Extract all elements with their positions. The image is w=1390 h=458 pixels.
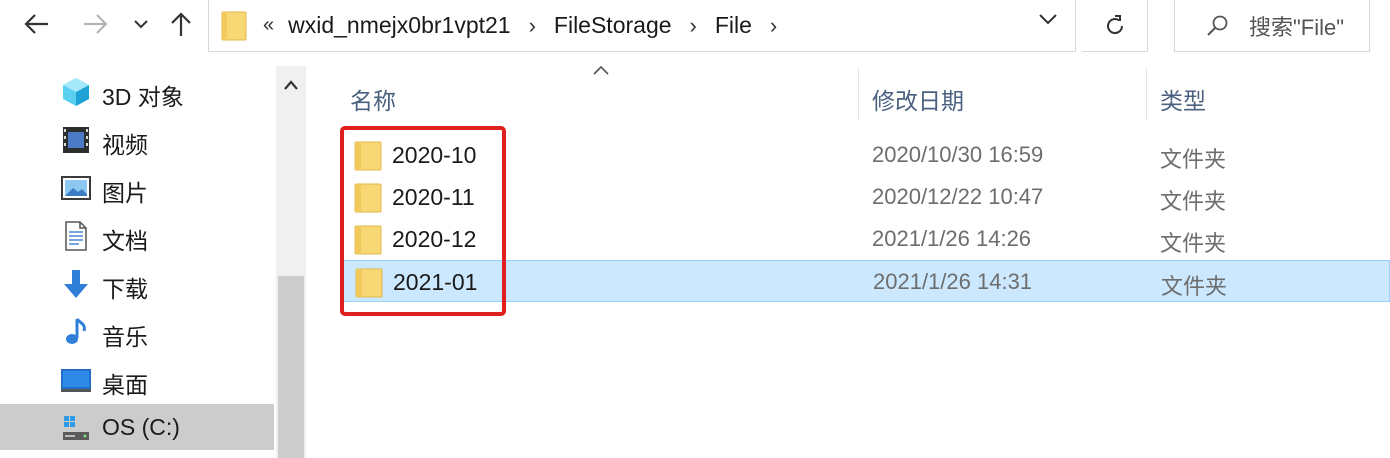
column-header-name[interactable]: 名称: [350, 68, 850, 130]
sidebar-item-label: 视频: [102, 132, 148, 158]
refresh-icon: [1106, 14, 1123, 34]
sidebar-item-label: OS (C:): [102, 414, 180, 440]
folder-icon: [354, 141, 382, 171]
file-modified: 2020/10/30 16:59: [872, 142, 1044, 167]
recent-locations-button[interactable]: [130, 6, 152, 42]
column-divider[interactable]: [858, 68, 859, 120]
sidebar-item-label: 桌面: [102, 372, 148, 398]
breadcrumb-separator[interactable]: ›: [529, 13, 536, 39]
sidebar-item-desktop[interactable]: 桌面: [0, 356, 274, 402]
music-icon: [66, 318, 86, 344]
address-dropdown-button[interactable]: [1039, 12, 1057, 30]
chevron-up-icon: [284, 80, 298, 90]
column-header-type[interactable]: 类型: [1160, 68, 1360, 130]
column-divider[interactable]: [1146, 68, 1147, 120]
sidebar-item-label: 文档: [102, 228, 148, 254]
arrow-up-icon: [171, 12, 191, 36]
up-button[interactable]: [166, 6, 196, 42]
sidebar-item-video[interactable]: 视频: [0, 116, 274, 162]
scroll-up-button[interactable]: [283, 78, 299, 96]
arrow-right-icon: [84, 14, 108, 34]
sidebar-item-os-drive[interactable]: OS (C:): [0, 404, 274, 450]
sidebar-item-music[interactable]: 音乐: [0, 308, 274, 354]
file-type: 文件夹: [1161, 274, 1228, 299]
file-row[interactable]: 2020-12 2021/1/26 14:26 文件夹: [342, 218, 1390, 260]
breadcrumb-item[interactable]: wxid_nmejx0br1vpt21: [288, 12, 510, 39]
file-row[interactable]: 2020-10 2020/10/30 16:59 文件夹: [342, 134, 1390, 176]
search-icon: [1207, 15, 1228, 36]
forward-button[interactable]: [78, 6, 114, 42]
column-header-label: 类型: [1160, 88, 1206, 114]
address-bar[interactable]: « wxid_nmejx0br1vpt21 › FileStorage › Fi…: [208, 0, 1076, 52]
file-type: 文件夹: [1160, 147, 1227, 172]
file-modified: 2020/12/22 10:47: [872, 184, 1044, 209]
navigation-pane: 3D 对象 视频 图片 文档 下载 音乐 桌面 OS (C:): [0, 66, 276, 458]
file-name: 2020-11: [392, 184, 475, 210]
file-row[interactable]: 2020-11 2020/12/22 10:47 文件夹: [342, 176, 1390, 218]
folder-icon: [354, 183, 382, 213]
file-name: 2020-10: [392, 142, 477, 168]
file-name: 2021-01: [393, 269, 478, 295]
chevron-down-icon: [1039, 14, 1057, 25]
file-type: 文件夹: [1160, 231, 1227, 256]
back-button[interactable]: [18, 6, 54, 42]
sidebar-item-label: 3D 对象: [102, 84, 184, 110]
breadcrumb-separator[interactable]: ›: [770, 13, 777, 39]
desktop-icon: [61, 369, 91, 392]
search-placeholder: 搜索"File": [1249, 14, 1345, 40]
sidebar-item-label: 图片: [102, 180, 148, 206]
folder-icon: [355, 268, 383, 298]
breadcrumb-item[interactable]: File: [715, 12, 752, 39]
file-type: 文件夹: [1160, 189, 1227, 214]
address-toolbar: « wxid_nmejx0br1vpt21 › FileStorage › Fi…: [0, 0, 1390, 56]
sidebar-item-pictures[interactable]: 图片: [0, 164, 274, 210]
sidebar-item-label: 音乐: [102, 324, 148, 350]
sidebar-item-documents[interactable]: 文档: [0, 212, 274, 258]
scrollbar-thumb[interactable]: [278, 276, 304, 458]
drive-icon: [63, 416, 89, 440]
documents-icon: [65, 221, 87, 251]
video-icon: [63, 127, 89, 153]
breadcrumb-overflow[interactable]: «: [263, 14, 274, 37]
pictures-icon: [61, 176, 91, 200]
search-box[interactable]: 搜索"File": [1174, 0, 1370, 52]
file-modified: 2021/1/26 14:31: [873, 269, 1033, 294]
breadcrumb-item[interactable]: FileStorage: [554, 12, 672, 39]
file-row-selected[interactable]: 2021-01 2021/1/26 14:31 文件夹: [342, 260, 1390, 302]
download-icon: [64, 270, 88, 298]
3d-objects-icon: [63, 78, 89, 106]
file-name: 2020-12: [392, 226, 477, 252]
refresh-button[interactable]: [1082, 0, 1148, 52]
chevron-down-icon: [134, 20, 148, 29]
file-modified: 2021/1/26 14:26: [872, 226, 1032, 251]
column-header-label: 名称: [350, 88, 396, 114]
sidebar-item-3d-objects[interactable]: 3D 对象: [0, 68, 274, 114]
breadcrumb-separator[interactable]: ›: [690, 13, 697, 39]
column-header-label: 修改日期: [872, 88, 964, 114]
sidebar-item-label: 下载: [102, 276, 148, 302]
file-list: 名称 修改日期 类型 2020-10 2020/10/30 16:59 文件夹 …: [306, 56, 1390, 458]
sidebar-item-downloads[interactable]: 下载: [0, 260, 274, 306]
arrow-left-icon: [24, 14, 48, 34]
nav-scrollbar[interactable]: [276, 66, 306, 458]
column-header-modified[interactable]: 修改日期: [872, 68, 1142, 130]
folder-icon: [221, 11, 247, 40]
folder-icon: [354, 225, 382, 255]
